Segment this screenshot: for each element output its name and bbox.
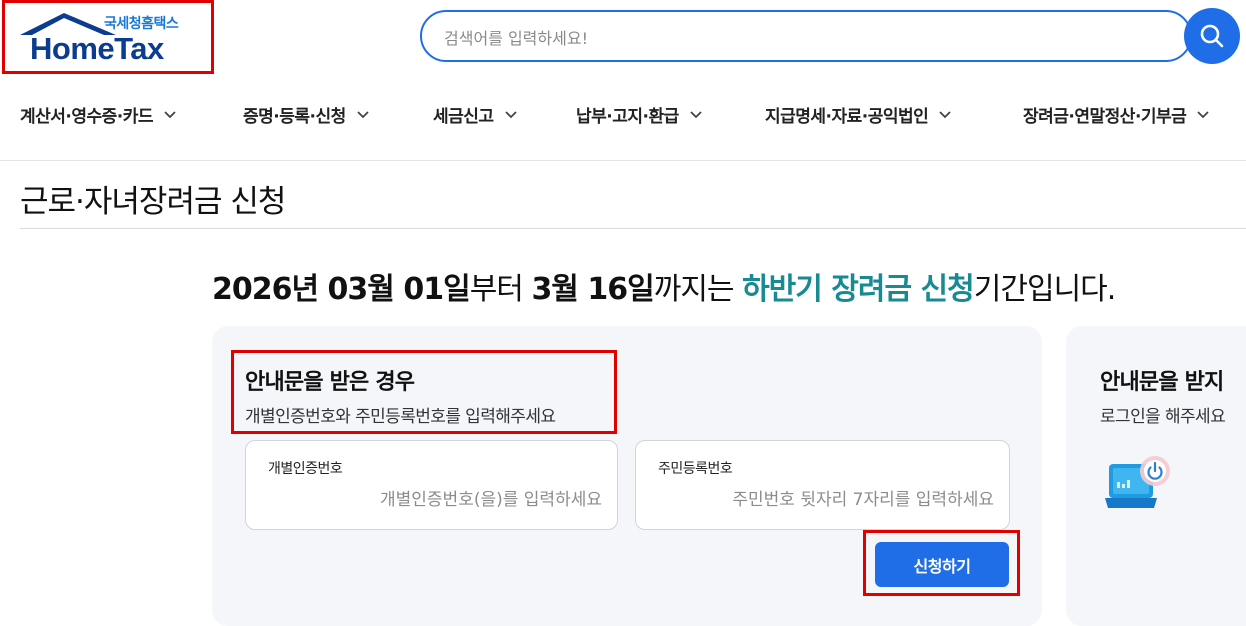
card-description: 로그인을 해주세요: [1100, 407, 1226, 427]
nav-divider: [0, 160, 1246, 161]
nav-item-label: 증명·등록·신청: [243, 107, 346, 127]
field-label: 주민등록번호: [658, 461, 733, 477]
period-end: 3월 16일: [531, 272, 654, 307]
period-text: 기간입니다.: [973, 272, 1117, 307]
field-label: 개별인증번호: [268, 461, 343, 477]
search-button[interactable]: [1184, 8, 1240, 64]
nav-item-receipts[interactable]: 계산서·영수증·카드: [20, 102, 177, 127]
logo-wordmark[interactable]: HomeTax: [30, 31, 164, 67]
application-period: 2026년 03월 01일부터 3월 16일까지는 하반기 장려금 신청기간입니…: [212, 264, 1117, 308]
resident-number-input[interactable]: [658, 487, 994, 513]
card-title: 안내문을 받은 경우: [245, 370, 415, 395]
page-title: 근로·자녀장려금 신청: [20, 184, 286, 220]
nav-item-label: 납부·고지·환급: [576, 107, 679, 127]
resident-number-field[interactable]: 주민등록번호: [635, 440, 1010, 530]
period-text: 까지는: [653, 272, 743, 307]
nav-item-label: 세금신고: [433, 107, 494, 127]
laptop-power-icon[interactable]: [1104, 452, 1174, 514]
auth-number-field[interactable]: 개별인증번호: [245, 440, 618, 530]
nav-item-label: 지급명세·자료·공익법인: [765, 107, 929, 127]
search-icon: [1200, 24, 1224, 48]
card-description: 개별인증번호와 주민등록번호를 입력해주세요: [245, 407, 556, 427]
chevron-down-icon: [690, 110, 702, 118]
apply-button[interactable]: 신청하기: [875, 542, 1009, 587]
chevron-down-icon: [164, 110, 176, 118]
nav-item-label: 계산서·영수증·카드: [20, 107, 154, 127]
nav-item-certificates[interactable]: 증명·등록·신청: [243, 102, 370, 127]
nav-item-incentives[interactable]: 장려금·연말정산·기부금: [1023, 102, 1210, 127]
period-text: 부터: [469, 272, 532, 307]
chevron-down-icon: [939, 110, 951, 118]
auth-number-input[interactable]: [268, 487, 602, 513]
nav-item-label: 장려금·연말정산·기부금: [1023, 107, 1187, 127]
nav-item-payment[interactable]: 납부·고지·환급: [576, 102, 703, 127]
card-title: 안내문을 받지: [1100, 370, 1224, 395]
chevron-down-icon: [504, 110, 517, 118]
logo-subtitle: 국세청홈택스: [104, 16, 179, 32]
title-divider: [20, 228, 1246, 229]
nav-item-tax-report[interactable]: 세금신고: [433, 102, 518, 127]
chevron-down-icon: [1197, 110, 1209, 118]
period-start: 2026년 03월 01일: [212, 272, 471, 307]
period-highlight: 하반기 장려금 신청: [742, 272, 975, 307]
nav-item-statements[interactable]: 지급명세·자료·공익법인: [765, 102, 952, 127]
chevron-down-icon: [357, 110, 369, 118]
search-input[interactable]: [444, 22, 1144, 54]
